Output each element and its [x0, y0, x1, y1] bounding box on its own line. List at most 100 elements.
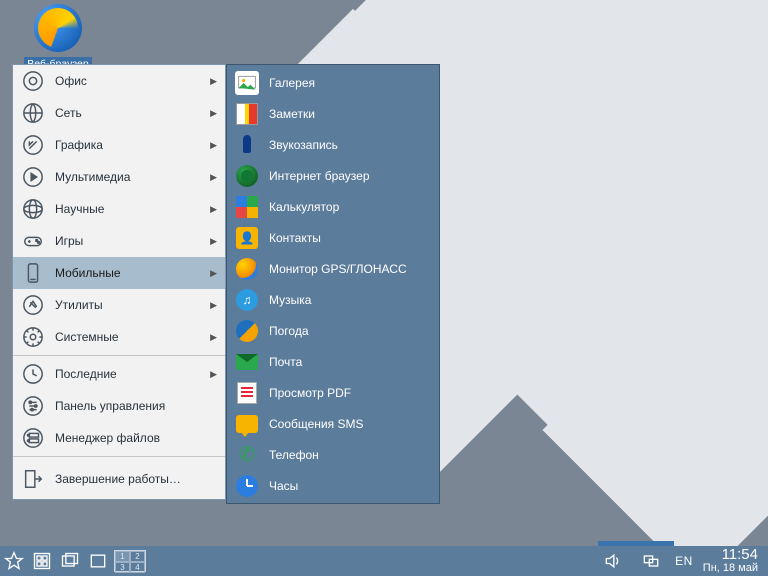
sms-app-icon	[235, 412, 259, 436]
menu-item-control-panel[interactable]: Панель управления	[13, 390, 225, 422]
control-icon	[21, 394, 45, 418]
menu-item-science[interactable]: Научные▶	[13, 193, 225, 225]
menu-item-graphics[interactable]: Графика▶	[13, 129, 225, 161]
network-icon	[21, 101, 45, 125]
calculator-app-icon	[235, 195, 259, 219]
workspace-1[interactable]: 1	[115, 551, 130, 562]
app-weather[interactable]: Погода	[227, 315, 439, 346]
network-tray-icon[interactable]	[637, 547, 665, 575]
start-menu-button[interactable]	[0, 547, 28, 575]
menu-item-multimedia[interactable]: Мультимедиа ▶	[13, 161, 225, 193]
science-icon	[21, 197, 45, 221]
volume-icon[interactable]	[599, 547, 627, 575]
menu-label: Офис	[55, 74, 87, 88]
clock-time: 11:54	[703, 547, 758, 563]
submenu-arrow-icon: ▶	[210, 268, 217, 279]
window-list-button[interactable]	[56, 547, 84, 575]
app-label: Галерея	[269, 76, 315, 90]
files-icon	[21, 426, 45, 450]
recent-icon	[21, 362, 45, 386]
menu-label: Менеджер файлов	[55, 431, 160, 445]
app-pdf[interactable]: Просмотр PDF	[227, 377, 439, 408]
firefox-icon	[34, 4, 82, 52]
weather-app-icon	[235, 319, 259, 343]
notes-app-icon	[235, 102, 259, 126]
keyboard-layout-indicator[interactable]: EN	[675, 554, 693, 568]
clock-widget[interactable]: 11:54 Пн, 18 май	[703, 547, 758, 574]
app-phone[interactable]: ✆ Телефон	[227, 439, 439, 470]
recorder-app-icon	[235, 133, 259, 157]
app-label: Интернет браузер	[269, 169, 370, 183]
app-calculator[interactable]: Калькулятор	[227, 191, 439, 222]
menu-separator	[13, 355, 225, 356]
menu-label: Мобильные	[55, 266, 121, 280]
utilities-icon	[21, 293, 45, 317]
menu-label: Утилиты	[55, 298, 103, 312]
app-notes[interactable]: Заметки	[227, 98, 439, 129]
menu-label: Панель управления	[55, 399, 165, 413]
games-icon	[21, 229, 45, 253]
submenu-arrow-icon: ▶	[210, 76, 217, 87]
submenu-arrow-icon: ▶	[210, 236, 217, 247]
window-single-button[interactable]	[84, 547, 112, 575]
taskbar: 1 2 3 4 EN 11:54 Пн, 18 май	[0, 546, 768, 576]
app-label: Часы	[269, 479, 298, 493]
app-recorder[interactable]: Звукозапись	[227, 129, 439, 160]
menu-item-utilities[interactable]: Утилиты ▶	[13, 289, 225, 321]
pdf-app-icon	[235, 381, 259, 405]
menu-label: Мультимедиа	[55, 170, 130, 184]
menu-item-mobile[interactable]: Мобильные ▶	[13, 257, 225, 289]
system-tray: EN 11:54 Пн, 18 май	[599, 547, 768, 575]
menu-label: Системные	[55, 330, 119, 344]
app-label: Погода	[269, 324, 309, 338]
menu-item-system[interactable]: Системные▶	[13, 321, 225, 353]
mail-app-icon	[235, 350, 259, 374]
show-desktop-button[interactable]	[28, 547, 56, 575]
menu-item-games[interactable]: Игры ▶	[13, 225, 225, 257]
app-gps[interactable]: Монитор GPS/ГЛОНАСС	[227, 253, 439, 284]
app-clock[interactable]: Часы	[227, 470, 439, 501]
contacts-app-icon: 👤	[235, 226, 259, 250]
menu-item-office[interactable]: Офис ▶	[13, 65, 225, 97]
menu-item-recent[interactable]: Последние▶	[13, 358, 225, 390]
start-menu-categories: Офис▶ Сеть▶ Графика▶ Мультимедиа▶ Научны…	[12, 64, 226, 500]
app-label: Калькулятор	[269, 200, 339, 214]
app-label: Контакты	[269, 231, 321, 245]
graphics-icon	[21, 133, 45, 157]
menu-label: Завершение работы…	[55, 472, 181, 486]
app-music[interactable]: ♫ Музыка	[227, 284, 439, 315]
app-label: Музыка	[269, 293, 311, 307]
mobile-icon	[21, 261, 45, 285]
music-app-icon: ♫	[235, 288, 259, 312]
menu-item-file-manager[interactable]: Менеджер файлов	[13, 422, 225, 454]
app-label: Телефон	[269, 448, 319, 462]
app-contacts[interactable]: 👤 Контакты	[227, 222, 439, 253]
workspace-pager[interactable]: 1 2 3 4	[114, 550, 146, 572]
submenu-arrow-icon: ▶	[210, 172, 217, 183]
app-label: Звукозапись	[269, 138, 338, 152]
gps-app-icon	[235, 257, 259, 281]
start-menu-submenu-mobile: Галерея Заметки Звукозапись Интернет бра…	[226, 64, 440, 504]
app-browser[interactable]: Интернет браузер	[227, 160, 439, 191]
menu-label: Игры	[55, 234, 83, 248]
submenu-arrow-icon: ▶	[210, 140, 217, 151]
media-icon	[21, 165, 45, 189]
app-mail[interactable]: Почта	[227, 346, 439, 377]
logout-icon	[21, 467, 45, 491]
submenu-arrow-icon: ▶	[210, 369, 217, 380]
app-sms[interactable]: Сообщения SMS	[227, 408, 439, 439]
workspace-3[interactable]: 3	[115, 562, 130, 573]
app-gallery[interactable]: Галерея	[227, 67, 439, 98]
workspace-2[interactable]: 2	[130, 551, 145, 562]
system-icon	[21, 325, 45, 349]
phone-app-icon: ✆	[235, 443, 259, 467]
submenu-arrow-icon: ▶	[210, 300, 217, 311]
workspace-4[interactable]: 4	[130, 562, 145, 573]
menu-item-logout[interactable]: Завершение работы…	[13, 459, 225, 499]
clock-app-icon	[235, 474, 259, 498]
desktop-icon-browser[interactable]: Веб-браузер	[18, 4, 98, 72]
gallery-app-icon	[235, 71, 259, 95]
app-label: Почта	[269, 355, 302, 369]
menu-item-network[interactable]: Сеть▶	[13, 97, 225, 129]
menu-label: Сеть	[55, 106, 82, 120]
